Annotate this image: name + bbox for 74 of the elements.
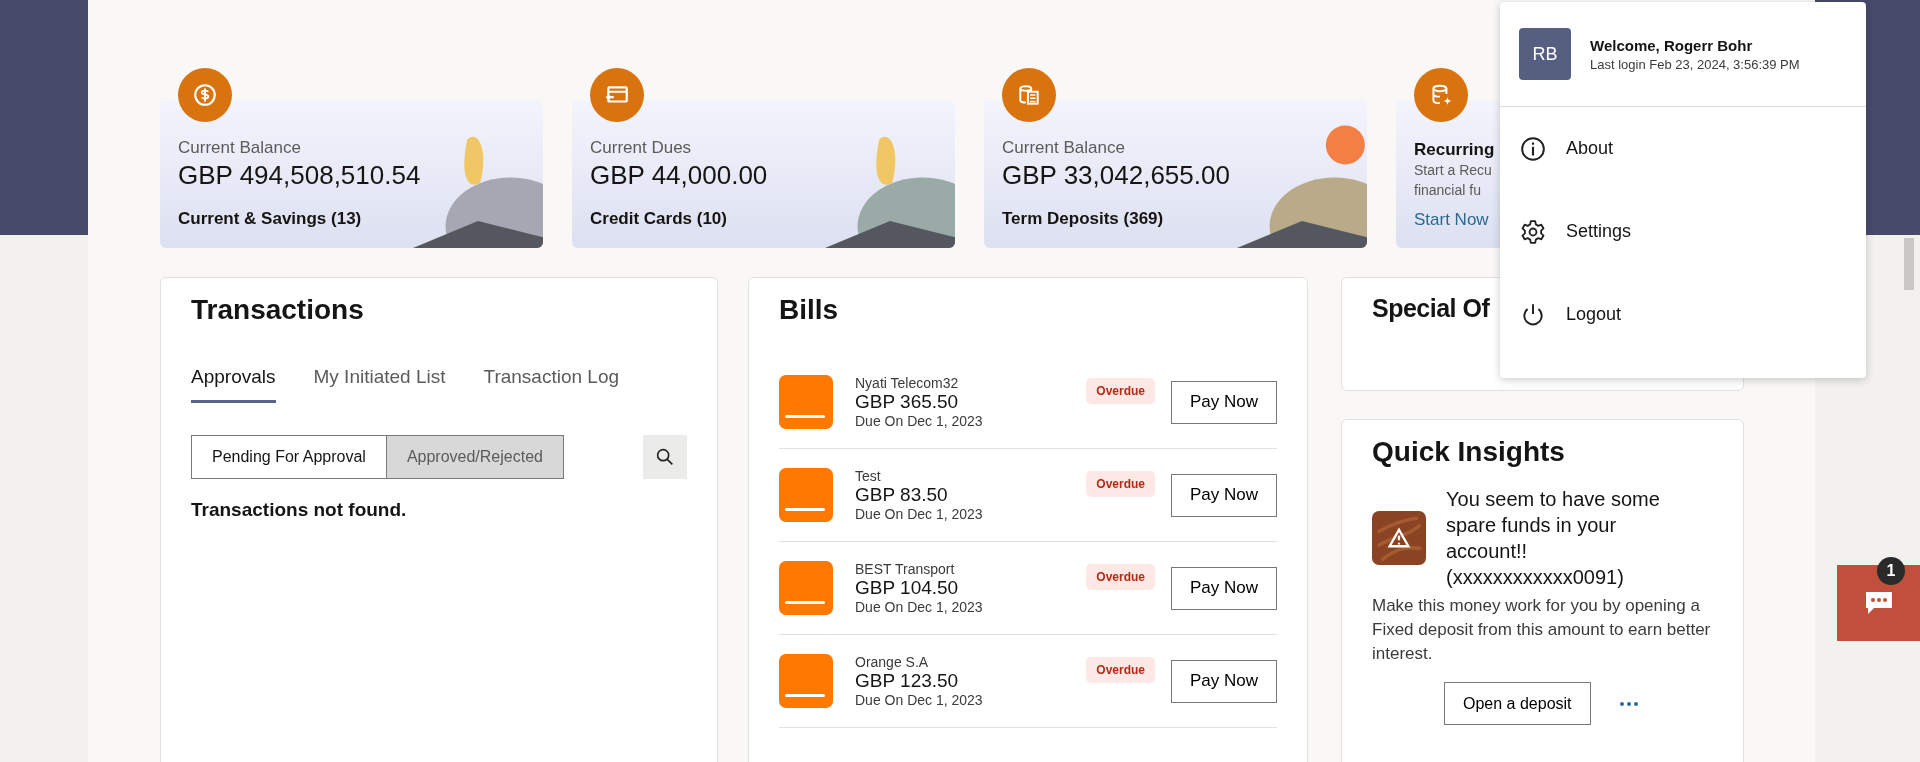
bill-amount: GBP 104.50 — [855, 577, 959, 599]
promo-text: Start a Recu — [1414, 161, 1492, 180]
power-icon — [1520, 301, 1546, 328]
insight-headline: You seem to have some spare funds in your account!! (xxxxxxxxxxxx0091) — [1446, 487, 1661, 590]
insight-text: Make this money work for you by opening a Fixed deposit from this amount to earn better interest. — [1372, 595, 1712, 665]
search-icon — [654, 446, 676, 468]
welcome-text: Welcome, Rogerr Bohr — [1590, 36, 1753, 54]
more-icon[interactable] — [1618, 700, 1639, 707]
balance-label: Current Balance — [1002, 138, 1125, 158]
panel-title: Transactions — [191, 294, 364, 326]
status-badge: Overdue — [1086, 471, 1155, 497]
menu-item[interactable]: About — [1500, 107, 1866, 190]
biller-logo-icon — [779, 468, 833, 522]
summary-card[interactable]: Current Dues GBP 44,000.00 Credit Cards (10) — [572, 100, 955, 248]
empty-message: Transactions not found. — [191, 499, 407, 521]
ledger-icon — [1002, 68, 1056, 122]
bill-amount: GBP 365.50 — [855, 391, 959, 413]
warning-icon — [1372, 511, 1426, 565]
pay-now-button[interactable]: Pay Now — [1171, 473, 1277, 517]
panel-title: Bills — [779, 294, 839, 326]
biller-logo-icon — [779, 375, 833, 429]
biller-name: Test — [855, 468, 881, 484]
info-icon — [1520, 135, 1546, 162]
tab[interactable]: Approvals — [191, 366, 276, 403]
menu-item[interactable]: Settings — [1500, 190, 1866, 273]
due-date: Due On Dec 1, 2023 — [855, 692, 983, 708]
pay-now-button[interactable]: Pay Now — [1171, 659, 1277, 703]
panel-title: Special Of — [1372, 294, 1490, 323]
pay-now-button[interactable]: Pay Now — [1171, 380, 1277, 424]
biller-logo-icon — [779, 654, 833, 708]
due-date: Due On Dec 1, 2023 — [855, 506, 983, 522]
biller-logo-icon — [779, 561, 833, 615]
status-badge: Overdue — [1086, 564, 1155, 590]
filter-toggle[interactable]: Approved/Rejected — [386, 435, 564, 479]
user-avatar: RB — [1519, 28, 1571, 80]
promo-text: financial fu — [1414, 181, 1481, 200]
status-badge: Overdue — [1086, 657, 1155, 683]
search-button[interactable] — [643, 435, 687, 479]
start-now-link[interactable]: Start Now — [1414, 210, 1489, 230]
panel-title: Quick Insights — [1372, 436, 1565, 468]
account-type: Term Deposits (369) — [1002, 209, 1164, 229]
summary-card[interactable]: Current Balance GBP 494,508,510.54 Current & Savings (13) — [160, 100, 543, 248]
bill-amount: GBP 123.50 — [855, 670, 959, 692]
promo-title: Recurring — [1414, 140, 1495, 160]
open-deposit-button[interactable]: Open a deposit — [1444, 682, 1591, 725]
tab[interactable]: Transaction Log — [483, 366, 620, 403]
account-type: Current & Savings (13) — [178, 209, 362, 229]
balance-label: Current Dues — [590, 138, 692, 158]
account-type: Credit Cards (10) — [590, 209, 727, 229]
status-badge: Overdue — [1086, 378, 1155, 404]
due-date: Due On Dec 1, 2023 — [855, 413, 983, 429]
balance-amount: GBP 33,042,655.00 — [1002, 160, 1230, 191]
database-icon — [1414, 68, 1468, 122]
notification-count: 1 — [1877, 557, 1905, 585]
dollar-icon — [178, 68, 232, 122]
biller-name: Nyati Telecom32 — [855, 375, 959, 391]
menu-item[interactable]: Logout — [1500, 273, 1866, 356]
balance-amount: GBP 44,000.00 — [590, 160, 768, 191]
chat-icon — [1863, 590, 1894, 616]
scrollbar-thumb[interactable] — [1904, 238, 1914, 290]
tab[interactable]: My Initiated List — [313, 366, 446, 403]
chat-button[interactable] — [1837, 565, 1920, 641]
pay-now-button[interactable]: Pay Now — [1171, 566, 1277, 610]
balance-label: Current Balance — [178, 138, 301, 158]
due-date: Due On Dec 1, 2023 — [855, 599, 983, 615]
balance-amount: GBP 494,508,510.54 — [178, 160, 421, 191]
filter-toggle[interactable]: Pending For Approval — [191, 435, 387, 479]
last-login-text: Last login Feb 23, 2024, 3:56:39 PM — [1590, 56, 1800, 72]
card-transfer-icon — [590, 68, 644, 122]
biller-name: Orange S.A — [855, 654, 929, 670]
summary-card[interactable]: Current Balance GBP 33,042,655.00 Term Deposits (369) — [984, 100, 1367, 248]
biller-name: BEST Transport — [855, 561, 955, 577]
settings-icon — [1520, 218, 1546, 245]
bill-amount: GBP 83.50 — [855, 484, 948, 506]
